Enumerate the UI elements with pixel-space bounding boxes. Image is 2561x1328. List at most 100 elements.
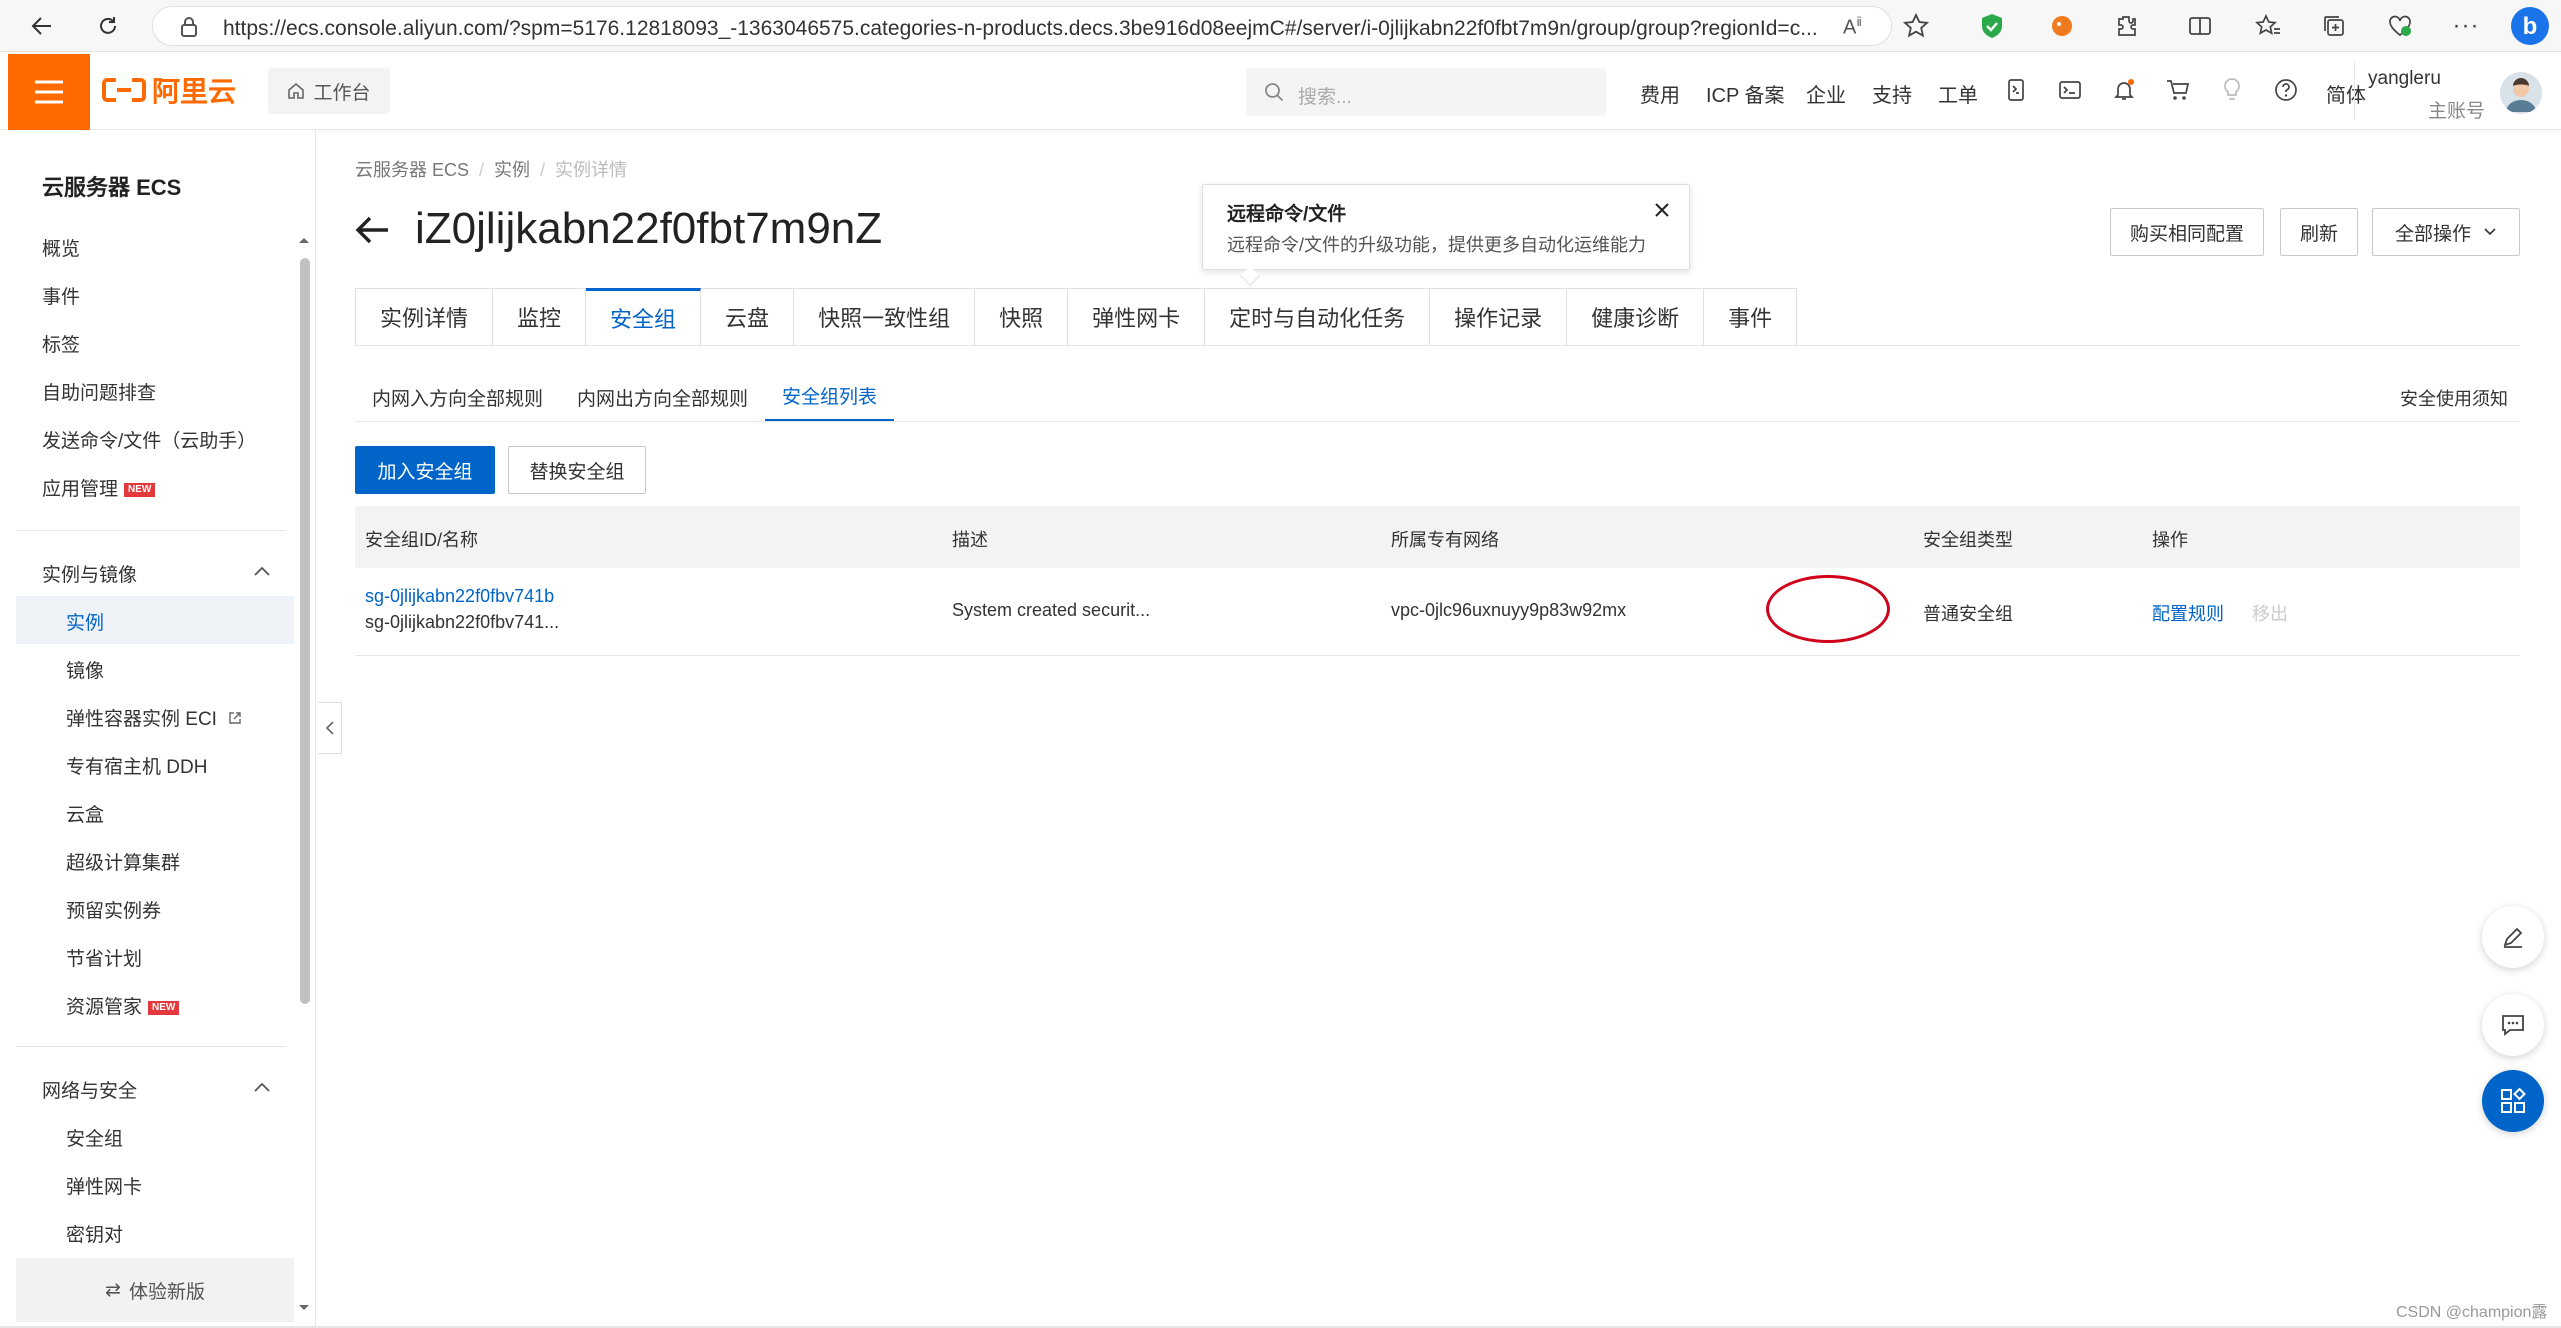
lock-icon[interactable] [179, 16, 199, 43]
address-bar[interactable]: https://ecs.console.aliyun.com/?spm=5176… [152, 6, 1892, 46]
reload-icon[interactable] [90, 8, 126, 44]
sidebar-item-cloud-assistant[interactable]: 发送命令/文件（云助手） [42, 426, 256, 453]
subtab-outbound-rules[interactable]: 内网出方向全部规则 [560, 372, 765, 422]
breadcrumb-item-ecs[interactable]: 云服务器 ECS [355, 160, 469, 180]
subtab-security-group-list[interactable]: 安全组列表 [765, 372, 895, 422]
more-options-icon[interactable]: ··· [2450, 10, 2482, 42]
workbench-button[interactable]: 工作台 [268, 68, 390, 114]
split-screen-icon[interactable] [2184, 10, 2216, 42]
extension-orange-icon[interactable] [2046, 10, 2078, 42]
sidebar-divider [16, 530, 286, 531]
tab-security-groups[interactable]: 安全组 [586, 288, 702, 346]
scroll-down-arrow-icon[interactable] [297, 1300, 311, 1318]
user-role: 主账号 [2428, 101, 2486, 122]
tab-operation-log[interactable]: 操作记录 [1430, 288, 1568, 346]
read-aloud-icon[interactable]: Aⅱ [1843, 15, 1862, 40]
close-icon[interactable] [1651, 199, 1673, 221]
chevron-up-icon[interactable] [252, 564, 272, 583]
watermark-text: CSDN @champion露 [2396, 1304, 2548, 1321]
cart-icon[interactable] [2162, 74, 2194, 106]
tab-scheduled-tasks[interactable]: 定时与自动化任务 [1205, 288, 1431, 346]
all-actions-label: 全部操作 [2394, 223, 2471, 245]
sidebar-item-key-pairs[interactable]: 密钥对 [66, 1220, 123, 1247]
logo-text: 阿里云 [152, 76, 237, 107]
extensions-icon[interactable] [2110, 10, 2142, 42]
copilot-bing-icon[interactable]: b [2510, 6, 2550, 46]
topbar-link-support[interactable]: 支持 [1872, 79, 1912, 108]
tab-snapshots[interactable]: 快照 [975, 288, 1069, 346]
try-new-version-button[interactable]: ⇄ 体验新版 [16, 1258, 294, 1322]
tab-health-diagnosis[interactable]: 健康诊断 [1567, 288, 1705, 346]
try-new-version-label: 体验新版 [128, 1281, 205, 1303]
safety-notice-link[interactable]: 安全使用须知 [2400, 385, 2508, 411]
tab-snapshot-consistency-groups[interactable]: 快照一致性组 [794, 288, 976, 346]
topbar-link-icp[interactable]: ICP 备案 [1706, 79, 1785, 108]
topbar-link-ticket[interactable]: 工单 [1938, 79, 1978, 108]
sidebar-item-app-management[interactable]: 应用管理 NEW [42, 474, 156, 501]
tab-monitoring[interactable]: 监控 [493, 288, 587, 346]
favorite-star-icon[interactable] [1900, 10, 1932, 42]
sidebar-item-cloudbox[interactable]: 云盒 [66, 800, 104, 827]
remove-link[interactable]: 移出 [2252, 600, 2288, 626]
shield-extension-icon[interactable] [1976, 10, 2008, 42]
help-icon[interactable] [2270, 74, 2302, 106]
search-input[interactable]: 搜索... [1246, 68, 1606, 116]
topbar-link-enterprise[interactable]: 企业 [1806, 79, 1846, 108]
svg-text:b: b [2523, 13, 2538, 40]
sidebar-item-events[interactable]: 事件 [42, 282, 80, 309]
sidebar-item-instances[interactable]: 实例 [66, 608, 104, 635]
back-icon[interactable] [24, 8, 60, 44]
sidebar-item-savings-plan[interactable]: 节省计划 [66, 944, 142, 971]
join-security-group-button[interactable]: 加入安全组 [355, 446, 495, 494]
sidebar-item-supercomputing[interactable]: 超级计算集群 [66, 848, 180, 875]
subtab-inbound-rules[interactable]: 内网入方向全部规则 [355, 372, 560, 422]
favorites-icon[interactable] [2252, 10, 2284, 42]
configure-rules-link[interactable]: 配置规则 [2152, 600, 2224, 626]
chevron-up-icon[interactable] [252, 1080, 272, 1099]
tab-instance-details[interactable]: 实例详情 [355, 288, 494, 346]
sidebar-item-resource-steward[interactable]: 资源管家 NEW [66, 992, 180, 1019]
topbar-link-billing[interactable]: 费用 [1640, 79, 1680, 108]
table-row: sg-0jlijkabn22f0fbv741b sg-0jlijkabn22f0… [355, 568, 2520, 656]
lightbulb-icon[interactable] [2216, 74, 2248, 106]
breadcrumb-item-instances[interactable]: 实例 [494, 160, 530, 180]
user-name[interactable]: yangleru [2368, 68, 2441, 90]
highlight-annotation-circle [1766, 575, 1890, 643]
chat-button[interactable] [2482, 994, 2544, 1056]
tab-disks[interactable]: 云盘 [701, 288, 795, 346]
avatar[interactable] [2500, 72, 2542, 114]
scroll-up-arrow-icon[interactable] [297, 232, 311, 250]
aliyun-logo[interactable]: 阿里云 [102, 70, 236, 110]
terminal-icon[interactable] [2054, 74, 2086, 106]
sidebar-item-security-groups[interactable]: 安全组 [66, 1124, 123, 1151]
tab-eni[interactable]: 弹性网卡 [1068, 288, 1206, 346]
refresh-button[interactable]: 刷新 [2280, 208, 2358, 256]
all-actions-dropdown[interactable]: 全部操作 [2372, 208, 2520, 256]
sidebar-item-reserved-instances[interactable]: 预留实例券 [66, 896, 161, 923]
sidebar-item-tags[interactable]: 标签 [42, 330, 80, 357]
replace-security-group-button[interactable]: 替换安全组 [508, 446, 646, 494]
feedback-edit-button[interactable] [2482, 906, 2544, 968]
tab-events[interactable]: 事件 [1704, 288, 1798, 346]
sidebar-item-ddh[interactable]: 专有宿主机 DDH [66, 752, 207, 779]
security-group-id-link[interactable]: sg-0jlijkabn22f0fbv741b [365, 586, 554, 607]
sidebar-item-eni[interactable]: 弹性网卡 [66, 1172, 142, 1199]
sidebar-section-network-security[interactable]: 网络与安全 [42, 1076, 137, 1103]
sidebar-collapse-handle[interactable] [318, 702, 342, 754]
notification-bell-icon[interactable] [2108, 74, 2140, 106]
buy-same-config-button[interactable]: 购买相同配置 [2110, 208, 2264, 256]
apps-grid-button[interactable] [2482, 1070, 2544, 1132]
back-arrow-icon[interactable] [352, 210, 396, 254]
performance-heart-icon[interactable] [2384, 10, 2416, 42]
sidebar-scrollbar[interactable] [300, 258, 310, 1004]
sidebar-item-troubleshoot[interactable]: 自助问题排查 [42, 378, 156, 405]
breadcrumb: 云服务器 ECS / 实例 / 实例详情 [355, 156, 627, 182]
cloud-shell-icon[interactable] [2000, 74, 2032, 106]
sidebar-item-images[interactable]: 镜像 [66, 656, 104, 683]
sidebar-item-overview[interactable]: 概览 [42, 234, 80, 261]
language-switch[interactable]: 简体 [2326, 79, 2366, 108]
hamburger-menu-icon[interactable] [8, 54, 90, 130]
sidebar-item-eci[interactable]: 弹性容器实例 ECI [66, 704, 242, 731]
sidebar-section-instances-images[interactable]: 实例与镜像 [42, 560, 137, 587]
collections-icon[interactable] [2318, 10, 2350, 42]
